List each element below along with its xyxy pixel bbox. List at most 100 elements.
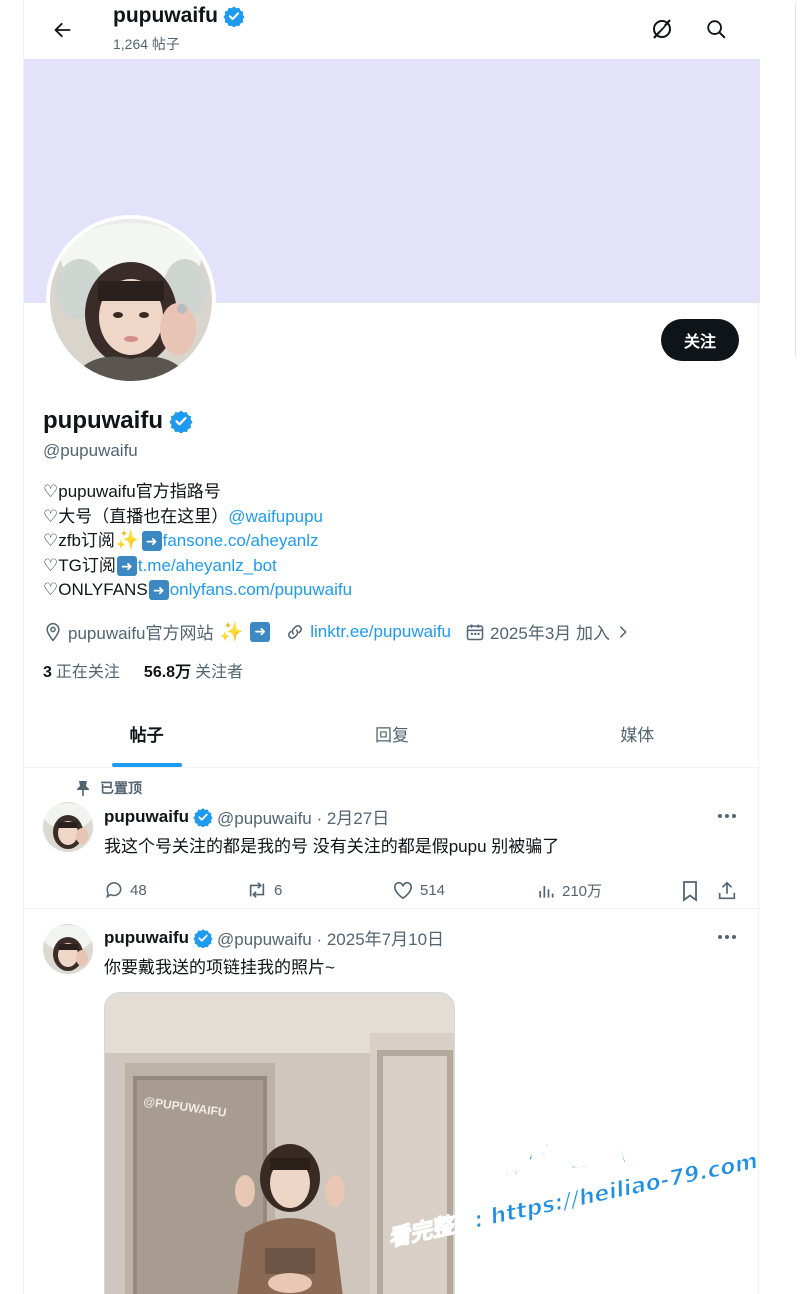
post-pinned[interactable]: 已置顶 pupuwaifu @pupuwaifu · 2月27日 我这个号关注的… — [24, 768, 760, 909]
following-count: 3 — [43, 664, 52, 681]
post-media-image[interactable]: @PUPUWAIFU — [104, 992, 455, 1294]
search-button[interactable] — [698, 11, 734, 47]
post-text: 我这个号关注的都是我的号 没有关注的都是假pupu 别被骗了 — [104, 837, 560, 856]
post-photo: @PUPUWAIFU — [105, 993, 454, 1294]
followers-label: 关注者 — [195, 664, 244, 681]
followers-link[interactable]: 56.8万 关注者 — [144, 658, 243, 682]
profile-name-row: pupuwaifu — [43, 407, 193, 435]
share-icon — [718, 881, 736, 900]
followers-count: 56.8万 — [143, 664, 192, 681]
bio-link[interactable]: fansone.co/aheyanlz — [163, 529, 319, 554]
following-link[interactable]: 3 正在关注 — [43, 658, 120, 682]
pinned-indicator: 已置顶 — [76, 778, 142, 798]
reply-button[interactable]: 48 — [104, 880, 147, 900]
profile-column: pupuwaifu 1,264 帖子 关注 pupuwaifu @pupuwai… — [23, 0, 760, 1294]
search-icon — [707, 20, 726, 39]
calendar-icon — [466, 624, 484, 640]
post-header: pupuwaifu @pupuwaifu · 2月27日 — [104, 804, 389, 829]
bio-text: ♡pupuwaifu官方指路号 — [43, 482, 221, 501]
header-name: pupuwaifu — [113, 4, 218, 27]
location-item: pupuwaifu官方网站 ✨ ➜ — [43, 619, 271, 644]
top-bar: pupuwaifu 1,264 帖子 — [24, 0, 760, 58]
bio-link[interactable]: t.me/aheyanlz_bot — [138, 554, 277, 579]
post-avatar[interactable] — [43, 802, 93, 852]
joined-text: 2025年3月 加入 — [490, 624, 611, 643]
profile-tabs: 帖子 回复 媒体 — [24, 700, 760, 768]
more-options-button[interactable] — [712, 801, 742, 831]
share-button[interactable] — [716, 880, 738, 902]
chevron-right-icon — [619, 625, 627, 638]
header-post-count: 1,264 帖子 — [113, 36, 180, 52]
location-pin-icon — [46, 622, 60, 641]
repost-count: 6 — [274, 881, 283, 899]
verified-badge-icon — [193, 807, 213, 827]
follow-button[interactable]: 关注 — [661, 319, 739, 361]
post-handle-date[interactable]: @pupuwaifu · 2025年7月10日 — [217, 925, 444, 950]
right-arrow-icon: ➜ — [116, 555, 137, 576]
grok-button[interactable] — [644, 11, 680, 47]
side-scroll-edge — [795, 0, 800, 360]
back-button[interactable] — [44, 12, 80, 48]
post-author-name[interactable]: pupuwaifu — [104, 928, 189, 948]
bio-mention-link[interactable]: @waifupupu — [228, 505, 323, 530]
profile-name: pupuwaifu — [43, 407, 163, 434]
reply-count: 48 — [130, 881, 147, 899]
website-item[interactable]: linktr.ee/pupuwaifu — [285, 622, 451, 642]
views-count: 210万 — [562, 883, 603, 900]
avatar-photo — [50, 219, 212, 381]
bio-line: ♡大号（直播也在这里） @waifupupu — [43, 505, 352, 530]
more-options-button[interactable] — [712, 922, 742, 952]
tab-replies[interactable]: 回复 — [269, 700, 514, 767]
bookmark-icon — [683, 881, 697, 902]
bio-line: ♡TG订阅 ➜ t.me/aheyanlz_bot — [43, 554, 352, 579]
following-label: 正在关注 — [55, 664, 120, 681]
bio-line: ♡pupuwaifu官方指路号 — [43, 480, 352, 505]
bio-link[interactable]: onlyfans.com/pupuwaifu — [170, 578, 352, 603]
repost-icon — [249, 882, 265, 898]
tab-posts[interactable]: 帖子 — [24, 700, 269, 767]
avatar-photo — [43, 802, 93, 852]
profile-avatar[interactable] — [46, 215, 216, 385]
bio-text: ♡大号（直播也在这里） — [43, 506, 229, 526]
verified-badge-icon[interactable] — [169, 409, 193, 433]
website-link[interactable]: linktr.ee/pupuwaifu — [310, 622, 451, 642]
post-avatar[interactable] — [43, 924, 93, 974]
location-text: pupuwaifu官方网站 — [68, 624, 214, 643]
like-count: 514 — [420, 881, 446, 899]
bio-text: ♡ONLYFANS — [43, 580, 148, 599]
heart-icon — [394, 881, 412, 900]
sparkles-icon: ✨ — [115, 530, 140, 551]
pin-icon — [77, 781, 89, 796]
post-author-name[interactable]: pupuwaifu — [104, 807, 189, 827]
back-arrow-icon — [54, 22, 71, 38]
bio-text: ♡zfb订阅 — [43, 531, 115, 550]
bookmark-button[interactable] — [680, 880, 700, 902]
more-dots-icon — [718, 935, 736, 939]
bio-line: ♡ONLYFANS ➜ onlyfans.com/pupuwaifu — [43, 578, 352, 603]
pinned-label: 已置顶 — [100, 780, 142, 796]
bio-line: ♡zfb订阅 ✨ ➜ fansone.co/aheyanlz — [43, 529, 352, 554]
views-chart-icon — [539, 885, 554, 898]
sparkles-icon: ✨ — [219, 621, 244, 643]
post-handle-date[interactable]: @pupuwaifu · 2月27日 — [217, 804, 389, 829]
more-dots-icon — [718, 814, 736, 818]
repost-button[interactable]: 6 — [246, 880, 282, 900]
right-arrow-icon: ➜ — [141, 531, 162, 552]
like-button[interactable]: 514 — [392, 880, 445, 900]
bio-text: ♡TG订阅 — [43, 555, 116, 575]
views-button[interactable]: 210万 — [536, 880, 602, 901]
post-header: pupuwaifu @pupuwaifu · 2025年7月10日 — [104, 925, 444, 950]
tab-media[interactable]: 媒体 — [515, 700, 760, 767]
profile-bio: ♡pupuwaifu官方指路号 ♡大号（直播也在这里） @waifupupu ♡… — [43, 480, 352, 603]
profile-handle: @pupuwaifu — [43, 441, 138, 460]
avatar-photo — [43, 924, 93, 974]
post-actions: 48 6 514 210万 — [104, 880, 744, 904]
verified-badge-icon — [223, 6, 245, 27]
joined-item[interactable]: 2025年3月 加入 — [465, 619, 631, 644]
right-arrow-icon: ➜ — [148, 580, 169, 601]
reply-icon — [106, 882, 122, 899]
link-icon — [288, 624, 303, 639]
follow-stats: 3 正在关注 56.8万 关注者 — [43, 658, 243, 682]
verified-badge-icon — [193, 928, 213, 948]
profile-meta: pupuwaifu官方网站 ✨ ➜ linktr.ee/pupuwaifu 20… — [43, 619, 645, 644]
